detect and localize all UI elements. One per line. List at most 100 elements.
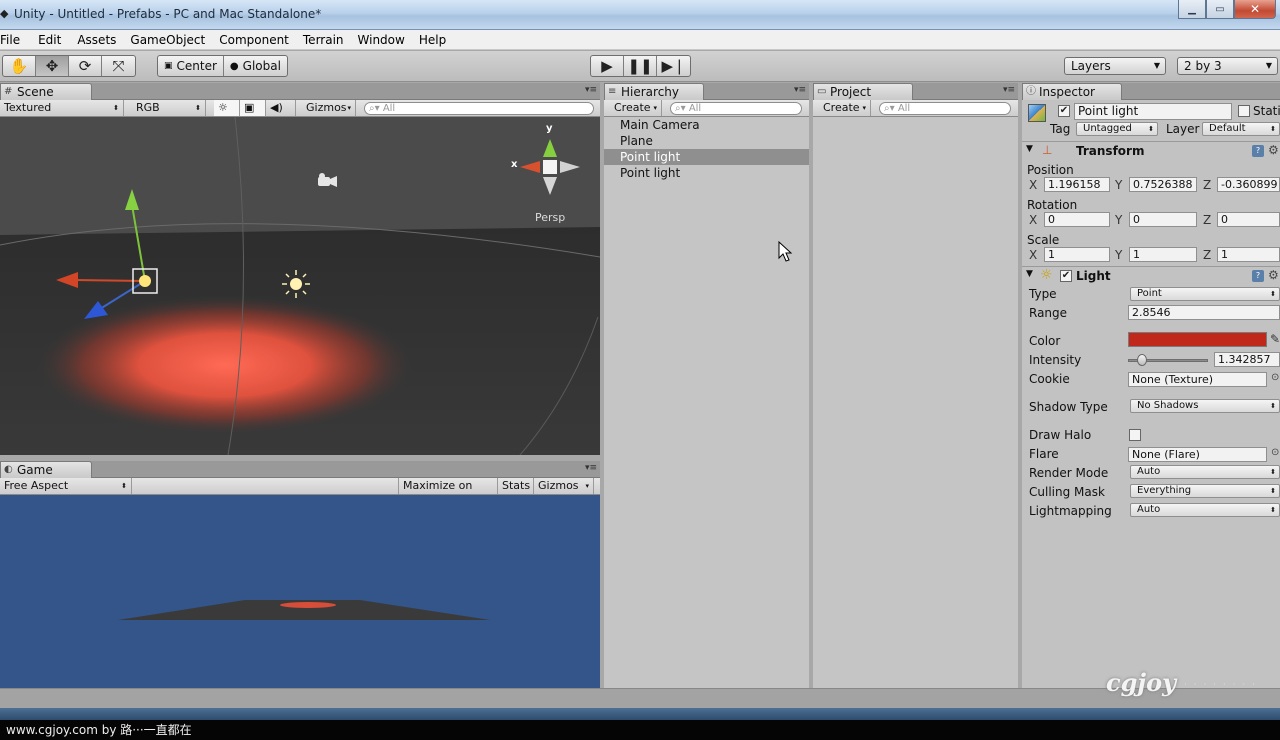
light-type-dropdown[interactable]: Point ⬍: [1130, 287, 1280, 301]
light-header[interactable]: ▼ ☼ ✔ Light ? ⚙: [1022, 266, 1280, 284]
draw-halo-checkbox[interactable]: [1129, 429, 1141, 441]
help-icon[interactable]: ?: [1252, 145, 1264, 157]
project-search-input[interactable]: ⌕▾ All: [879, 102, 1011, 115]
hierarchy-search-input[interactable]: ⌕▾ All: [670, 102, 802, 115]
tab-inspector[interactable]: ⓘ Inspector: [1022, 83, 1122, 100]
aspect-dropdown[interactable]: Free Aspect ⬍: [0, 478, 132, 494]
gear-icon[interactable]: ⚙: [1268, 268, 1279, 282]
menu-component[interactable]: Component: [219, 31, 303, 49]
static-checkbox[interactable]: [1238, 105, 1250, 117]
project-create-dropdown[interactable]: Create ▾: [819, 100, 871, 116]
tab-project[interactable]: ▭ Project: [813, 83, 913, 100]
pause-button[interactable]: ❚❚: [624, 56, 657, 76]
watermark-text: www.cgjoy.com by 路···一直都在: [6, 723, 192, 737]
range-field[interactable]: 2.8546: [1128, 305, 1280, 320]
tab-scene[interactable]: # Scene: [0, 83, 92, 100]
panel-menu-icon[interactable]: ▾≡: [585, 85, 597, 95]
chevron-down-icon: ▾: [585, 482, 589, 490]
scale-z-field[interactable]: 1: [1217, 247, 1280, 262]
hierarchy-create-dropdown[interactable]: Create ▾: [610, 100, 662, 116]
scene-search-input[interactable]: ⌕▾ All: [364, 102, 594, 115]
intensity-slider-thumb[interactable]: [1136, 354, 1147, 366]
maximize-on-play-toggle[interactable]: Maximize on Play: [398, 478, 498, 508]
menu-assets[interactable]: Assets: [77, 31, 130, 49]
color-mode-dropdown[interactable]: RGB ⬍: [132, 100, 206, 116]
space-global-toggle[interactable]: ● Global: [224, 56, 287, 76]
stats-toggle[interactable]: Stats: [498, 478, 534, 494]
eyedropper-icon[interactable]: ✎: [1270, 332, 1280, 346]
tag-dropdown[interactable]: Untagged ⬍: [1076, 122, 1158, 136]
lightmapping-dropdown[interactable]: Auto ⬍: [1130, 503, 1280, 517]
menu-help[interactable]: Help: [419, 31, 453, 49]
light-enabled-checkbox[interactable]: ✔: [1060, 270, 1072, 282]
chevron-updown-icon: ⬍: [1270, 402, 1276, 410]
rotation-x-field[interactable]: 0: [1044, 212, 1110, 227]
render-mode-dropdown[interactable]: Auto ⬍: [1130, 465, 1280, 479]
cookie-field[interactable]: None (Texture): [1128, 372, 1267, 387]
help-icon[interactable]: ?: [1252, 270, 1264, 282]
gear-icon[interactable]: ⚙: [1268, 143, 1279, 157]
maximize-button[interactable]: ▭: [1206, 0, 1234, 19]
scene-lighting-toggle[interactable]: ☼: [214, 100, 240, 116]
layer-dropdown[interactable]: Default ⬍: [1202, 122, 1280, 136]
object-picker-icon[interactable]: ⊙: [1271, 447, 1279, 458]
panel-menu-icon[interactable]: ▾≡: [794, 85, 806, 95]
object-active-checkbox[interactable]: ✔: [1058, 105, 1070, 117]
tab-game[interactable]: ◐ Game: [0, 461, 92, 478]
scene-audio-toggle[interactable]: ◀): [266, 100, 296, 116]
scene-viewport[interactable]: y x Persp: [0, 117, 600, 455]
game-gizmos-dropdown[interactable]: Gizmos ▾: [534, 478, 594, 494]
minimize-button[interactable]: ▁: [1178, 0, 1206, 19]
play-button[interactable]: ▶: [591, 56, 624, 76]
move-tool-button[interactable]: ✥: [36, 56, 69, 76]
object-picker-icon[interactable]: ⊙: [1271, 372, 1279, 383]
persp-label[interactable]: Persp: [535, 211, 565, 224]
shadow-type-dropdown[interactable]: No Shadows ⬍: [1130, 399, 1280, 413]
scale-y-field[interactable]: 1: [1129, 247, 1197, 262]
close-button[interactable]: ✕: [1234, 0, 1276, 19]
menu-file[interactable]: File: [0, 31, 38, 49]
scale-x-field[interactable]: 1: [1044, 247, 1110, 262]
step-icon: ▶❘: [661, 57, 686, 75]
position-y-field[interactable]: 0.7526388: [1129, 177, 1197, 192]
hand-tool-button[interactable]: ✋: [3, 56, 36, 76]
position-label: Position: [1027, 163, 1074, 177]
flare-field[interactable]: None (Flare): [1128, 447, 1267, 462]
pivot-center-toggle[interactable]: ▣ Center: [158, 56, 224, 76]
position-x-field[interactable]: 1.196158: [1044, 177, 1110, 192]
rotation-z-field[interactable]: 0: [1217, 212, 1280, 227]
grid-icon: #: [4, 86, 13, 97]
rotate-tool-button[interactable]: ⟳: [69, 56, 102, 76]
list-item[interactable]: Point light: [604, 165, 809, 181]
list-item[interactable]: Point light: [604, 149, 809, 165]
game-viewport[interactable]: [0, 495, 600, 688]
menu-terrain[interactable]: Terrain: [303, 31, 358, 49]
layout-label: 2 by 3: [1184, 59, 1222, 73]
project-control-bar: Create ▾ ⌕▾ All: [813, 100, 1018, 117]
layout-dropdown[interactable]: 2 by 3 ▼: [1177, 57, 1278, 75]
render-mode-dropdown[interactable]: Textured ⬍: [0, 100, 124, 116]
chevron-down-icon: ▾: [347, 104, 351, 112]
intensity-field[interactable]: 1.342857: [1214, 352, 1280, 367]
axis-z-label: Z: [1203, 178, 1212, 192]
scene-gizmos-label: Gizmos: [306, 101, 347, 114]
scene-gizmos-dropdown[interactable]: Gizmos ▾: [302, 100, 356, 116]
scale-tool-button[interactable]: ⤧: [102, 56, 135, 76]
rotation-y-field[interactable]: 0: [1129, 212, 1197, 227]
step-button[interactable]: ▶❘: [657, 56, 690, 76]
list-item[interactable]: Main Camera: [604, 117, 809, 133]
culling-mask-dropdown[interactable]: Everything ⬍: [1130, 484, 1280, 498]
object-name-input[interactable]: Point light: [1074, 103, 1232, 120]
panel-menu-icon[interactable]: ▾≡: [1003, 85, 1015, 95]
layers-dropdown[interactable]: Layers ▼: [1064, 57, 1166, 75]
menu-gameobject[interactable]: GameObject: [130, 31, 219, 49]
scene-fx-toggle[interactable]: ▣: [240, 100, 266, 116]
panel-menu-icon[interactable]: ▾≡: [585, 463, 597, 473]
tab-hierarchy[interactable]: ≡ Hierarchy: [604, 83, 704, 100]
menu-edit[interactable]: Edit: [38, 31, 77, 49]
list-item[interactable]: Plane: [604, 133, 809, 149]
position-z-field[interactable]: -0.360899: [1217, 177, 1280, 192]
menu-window[interactable]: Window: [358, 31, 419, 49]
color-swatch[interactable]: [1128, 332, 1267, 347]
transform-header[interactable]: ▼ ⊥ Transform ? ⚙: [1022, 141, 1280, 159]
